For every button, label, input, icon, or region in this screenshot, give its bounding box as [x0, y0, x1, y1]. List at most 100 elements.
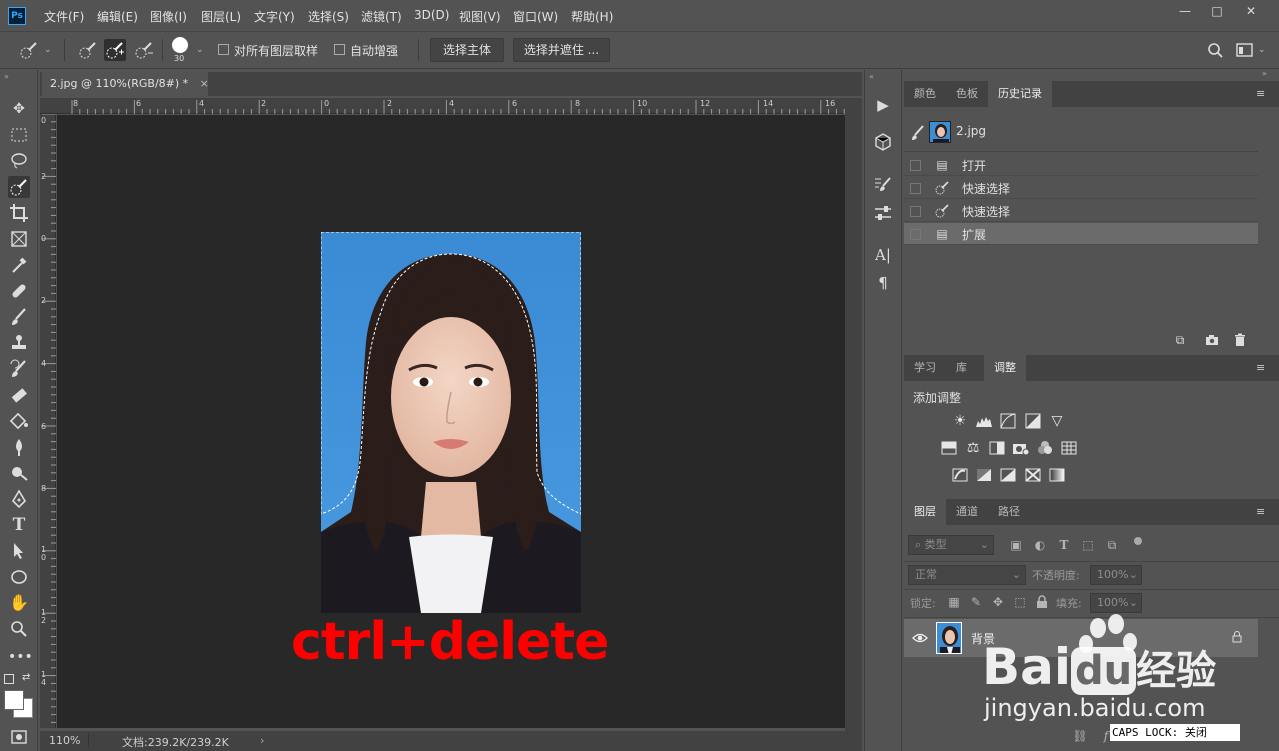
camera-snapshot-icon[interactable]: [1204, 332, 1220, 348]
color-lookup-icon[interactable]: [1060, 440, 1078, 456]
more-tools-icon[interactable]: •••: [8, 646, 33, 668]
lock-image-pixels-icon[interactable]: ✎: [968, 594, 984, 610]
zoom-tool-icon[interactable]: [8, 618, 30, 640]
menu-type[interactable]: 文字(Y): [254, 8, 295, 25]
history-item-active[interactable]: ▤ 扩展: [904, 223, 1258, 245]
lock-position-icon[interactable]: ✥: [990, 594, 1006, 610]
new-selection-icon[interactable]: [77, 39, 99, 61]
default-colors-icon[interactable]: [4, 674, 14, 684]
ellipse-tool-icon[interactable]: [8, 566, 30, 588]
lock-artboard-icon[interactable]: ⬚: [1012, 594, 1028, 610]
vibrance-icon[interactable]: ▽: [1048, 413, 1066, 429]
curves-icon[interactable]: [999, 413, 1017, 429]
expand-arrows-icon[interactable]: «: [869, 72, 874, 81]
history-item[interactable]: 快速选择: [904, 200, 1258, 222]
filter-smart-object-icon[interactable]: ⧉: [1104, 537, 1120, 553]
swap-colors-icon[interactable]: ⇄: [22, 672, 30, 683]
status-menu-arrow-icon[interactable]: ›: [260, 734, 264, 747]
snapshot-thumbnail[interactable]: [929, 121, 951, 143]
menu-window[interactable]: 窗口(W): [513, 8, 558, 25]
history-checkbox[interactable]: [910, 183, 921, 194]
tab-libraries[interactable]: 库: [946, 355, 977, 381]
opacity-input[interactable]: 100% ⌄: [1090, 565, 1142, 585]
menu-image[interactable]: 图像(I): [150, 8, 187, 25]
menu-filter[interactable]: 滤镜(T): [361, 8, 402, 25]
zoom-level[interactable]: 110%: [49, 734, 80, 747]
filter-pixel-icon[interactable]: ▣: [1008, 537, 1024, 553]
frame-tool-icon[interactable]: [8, 228, 30, 250]
layer-row[interactable]: 背景: [904, 619, 1258, 657]
menu-help[interactable]: 帮助(H): [571, 8, 613, 25]
restore-button[interactable]: □: [1204, 4, 1230, 20]
filter-adjustment-icon[interactable]: ◐: [1032, 537, 1048, 553]
properties-sliders-icon[interactable]: [872, 202, 894, 224]
lock-transparent-pixels-icon[interactable]: ▦: [946, 594, 962, 610]
levels-icon[interactable]: [975, 413, 993, 429]
type-tool-icon[interactable]: T: [8, 514, 30, 536]
marquee-tool-icon[interactable]: [8, 124, 30, 146]
link-layers-icon[interactable]: ⛓: [1072, 728, 1088, 744]
invert-icon[interactable]: [951, 467, 969, 483]
tab-channels[interactable]: 通道: [946, 499, 988, 525]
document-tab[interactable]: 2.jpg @ 110%(RGB/8#) * ×: [42, 72, 209, 96]
posterize-icon[interactable]: [975, 467, 993, 483]
tab-adjustments[interactable]: 调整: [984, 355, 1026, 381]
brush-tool-icon[interactable]: [8, 306, 30, 328]
filter-type-icon[interactable]: T: [1056, 537, 1072, 553]
add-to-selection-icon[interactable]: [104, 39, 126, 61]
paint-bucket-tool-icon[interactable]: [8, 410, 30, 432]
photo-filter-icon[interactable]: [1012, 440, 1030, 456]
layer-name[interactable]: 背景: [971, 630, 995, 647]
minimize-button[interactable]: —: [1172, 4, 1198, 20]
subtract-from-selection-icon[interactable]: [133, 39, 155, 61]
visibility-eye-icon[interactable]: [912, 631, 928, 645]
hue-saturation-icon[interactable]: [940, 440, 958, 456]
chevron-down-icon[interactable]: ⌄: [1258, 45, 1266, 55]
history-checkbox[interactable]: [910, 206, 921, 217]
foreground-color-swatch[interactable]: [4, 690, 24, 710]
tab-swatches[interactable]: 色板: [946, 81, 988, 107]
select-subject-button[interactable]: 选择主体: [430, 38, 504, 62]
search-icon[interactable]: [1204, 39, 1226, 61]
tab-learn[interactable]: 学习: [904, 355, 946, 381]
trash-icon[interactable]: [1232, 332, 1248, 348]
select-and-mask-button[interactable]: 选择并遮住 ...: [513, 38, 610, 62]
fill-input[interactable]: 100% ⌄: [1090, 593, 1142, 613]
blend-mode-select[interactable]: 正常 ⌄: [908, 565, 1026, 585]
history-brush-tool-icon[interactable]: [8, 358, 30, 380]
snapshot-label[interactable]: 2.jpg: [956, 124, 986, 138]
collapse-arrows-icon[interactable]: »: [1262, 69, 1267, 78]
auto-enhance-checkbox[interactable]: [334, 44, 345, 55]
eyedropper-tool-icon[interactable]: [8, 254, 30, 276]
menu-select[interactable]: 选择(S): [308, 8, 349, 25]
paragraph-panel-icon[interactable]: ¶: [872, 272, 894, 294]
3d-panel-icon[interactable]: [872, 131, 894, 153]
menu-3d[interactable]: 3D(D): [414, 8, 449, 22]
clone-stamp-tool-icon[interactable]: [8, 332, 30, 354]
path-selection-tool-icon[interactable]: [8, 540, 30, 562]
tab-history[interactable]: 历史记录: [988, 81, 1052, 107]
pen-tool-icon[interactable]: [8, 488, 30, 510]
exposure-icon[interactable]: [1024, 413, 1042, 429]
dodge-tool-icon[interactable]: [8, 462, 30, 484]
panel-menu-icon[interactable]: ≡: [1256, 506, 1270, 517]
menu-view[interactable]: 视图(V): [459, 8, 501, 25]
channel-mixer-icon[interactable]: [1036, 440, 1054, 456]
brush-settings-icon[interactable]: [872, 174, 894, 196]
sample-all-layers-checkbox[interactable]: [218, 44, 229, 55]
new-document-from-state-icon[interactable]: ⧉: [1172, 332, 1188, 348]
panel-menu-icon[interactable]: ≡: [1256, 88, 1270, 99]
filter-toggle-icon[interactable]: [1134, 537, 1142, 545]
menu-layer[interactable]: 图层(L): [201, 8, 241, 25]
tab-layers[interactable]: 图层: [904, 499, 946, 525]
history-item[interactable]: ▤ 打开: [904, 154, 1258, 176]
hand-tool-icon[interactable]: ✋: [8, 592, 30, 614]
menu-file[interactable]: 文件(F): [44, 8, 84, 25]
character-panel-icon[interactable]: A|: [872, 244, 894, 266]
quick-mask-icon[interactable]: [8, 726, 30, 748]
brush-size-preview-icon[interactable]: [172, 37, 188, 53]
actions-play-icon[interactable]: ▶: [872, 94, 894, 116]
threshold-icon[interactable]: [999, 467, 1017, 483]
history-checkbox[interactable]: [910, 229, 921, 240]
lock-all-icon[interactable]: [1034, 594, 1050, 610]
